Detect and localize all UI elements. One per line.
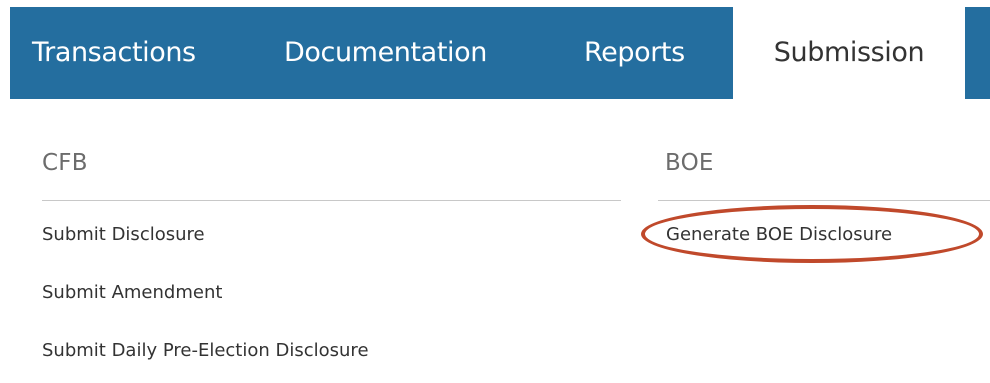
boe-divider [658,200,990,201]
tab-documentation[interactable]: Documentation [284,7,487,99]
submit-disclosure-link[interactable]: Submit Disclosure [42,224,205,245]
submit-daily-pre-election-disclosure-link[interactable]: Submit Daily Pre-Election Disclosure [42,340,369,361]
cfb-section-title: CFB [42,150,88,176]
tab-transactions[interactable]: Transactions [32,7,196,99]
boe-section-title: BOE [665,150,714,176]
tab-submission[interactable]: Submission [733,7,965,99]
tab-reports[interactable]: Reports [584,7,685,99]
submit-amendment-link[interactable]: Submit Amendment [42,282,222,303]
page: Transactions Documentation Reports Submi… [0,0,990,383]
generate-boe-disclosure-link[interactable]: Generate BOE Disclosure [666,224,892,245]
cfb-divider [42,200,621,201]
